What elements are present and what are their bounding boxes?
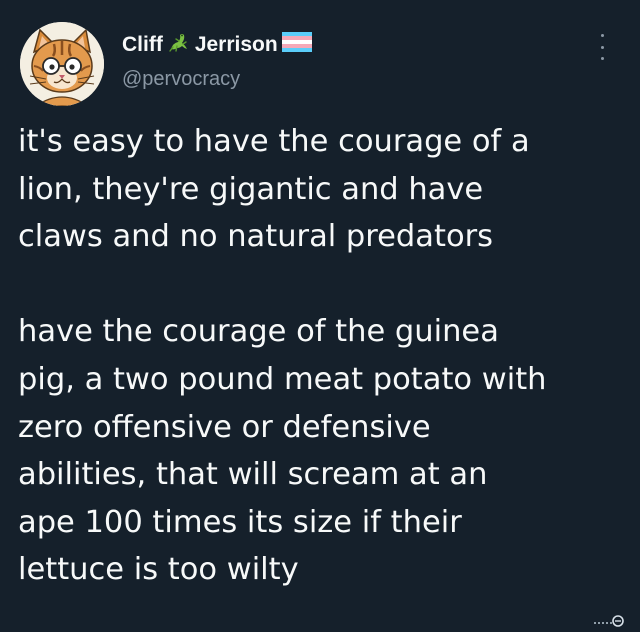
tweet-line: zero offensive or defensive <box>18 409 431 445</box>
display-name-first: Cliff <box>122 33 163 56</box>
tweet-card: Cliff Jerrison @pervocracy it's easy to … <box>0 0 640 630</box>
tweet-text: it's easy to have the courage of a lion,… <box>18 118 628 594</box>
tweet-paragraph-1: it's easy to have the courage of a lion,… <box>18 118 628 261</box>
tweet-line: ape 100 times its size if their <box>18 504 462 540</box>
lizard-icon <box>167 31 191 59</box>
cat-avatar-icon <box>20 22 104 106</box>
tweet-line: pig, a two pound meat potato with <box>18 361 547 397</box>
tweet-line: have the courage of the guinea <box>18 314 499 350</box>
more-options-icon[interactable] <box>592 34 612 60</box>
tweet-line: it's easy to have the courage of a <box>18 124 530 159</box>
tweet-line: abilities, that will scream at an <box>18 457 488 493</box>
display-name-last: Jerrison <box>194 33 278 56</box>
tweet-paragraph-2: have the courage of the guinea pig, a tw… <box>18 308 628 594</box>
tweet-line: lion, they're gigantic and have <box>18 171 484 207</box>
display-name[interactable]: Cliff Jerrison <box>122 30 316 60</box>
tweet-line: claws and no natural predators <box>18 219 494 255</box>
tweet-line: lettuce is too wilty <box>18 552 299 588</box>
user-handle[interactable]: @pervocracy <box>122 68 240 91</box>
avatar[interactable] <box>20 22 104 106</box>
watermark-icon <box>592 612 626 628</box>
transgender-flag-icon <box>281 32 312 58</box>
